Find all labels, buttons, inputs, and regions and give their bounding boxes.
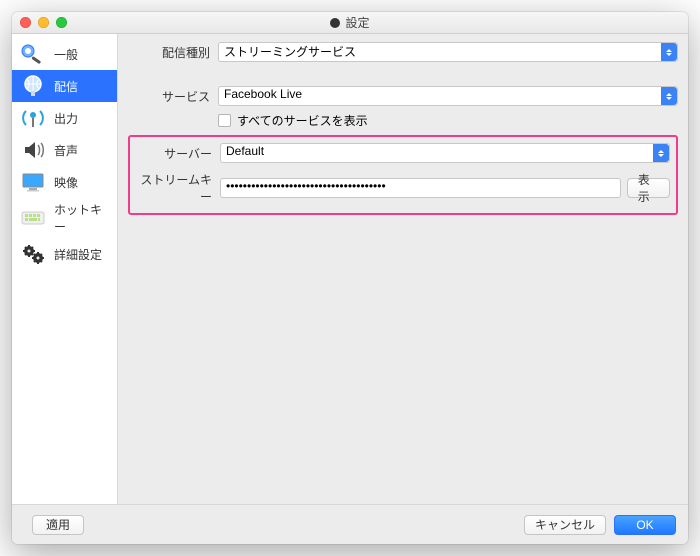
sidebar-item-hotkeys[interactable]: ホットキー [12, 198, 117, 238]
stream-type-value: ストリーミングサービス [224, 45, 356, 59]
window-title: 設定 [345, 14, 369, 31]
close-icon[interactable] [20, 17, 31, 28]
server-row: サーバー Default [136, 143, 670, 163]
magnifier-wrench-icon [18, 41, 48, 67]
server-label: サーバー [136, 145, 220, 162]
sidebar-item-label: 一般 [54, 46, 78, 63]
keyboard-icon [18, 205, 48, 231]
sidebar-item-audio[interactable]: 音声 [12, 134, 117, 166]
server-value: Default [226, 144, 264, 158]
show-all-services-label: すべてのサービスを表示 [237, 112, 368, 129]
speaker-icon [18, 137, 48, 163]
settings-window: 設定 一般 配信 出力 [12, 12, 688, 544]
chevron-updown-icon [661, 87, 677, 105]
traffic-lights [20, 17, 67, 28]
stream-type-row: 配信種別 ストリーミングサービス [128, 42, 678, 62]
sidebar-item-advanced[interactable]: 詳細設定 [12, 238, 117, 270]
show-all-services-checkbox[interactable] [218, 114, 231, 127]
stream-type-label: 配信種別 [128, 44, 218, 61]
stream-key-label: ストリームキー [136, 171, 220, 205]
service-label: サービス [128, 88, 218, 105]
show-key-button[interactable]: 表示 [627, 178, 670, 198]
show-all-row: すべてのサービスを表示 [128, 112, 678, 129]
stream-key-input[interactable]: •••••••••••••••••••••••••••••••••••••• [220, 178, 621, 198]
sidebar: 一般 配信 出力 音声 [12, 34, 118, 504]
minimize-icon[interactable] [38, 17, 49, 28]
chevron-updown-icon [661, 43, 677, 61]
stream-type-select[interactable]: ストリーミングサービス [218, 42, 678, 62]
antenna-icon [18, 105, 48, 131]
sidebar-item-label: ホットキー [54, 201, 111, 235]
sidebar-item-label: 映像 [54, 174, 78, 191]
service-value: Facebook Live [224, 87, 302, 101]
highlighted-section: サーバー Default ストリームキー •••••••••••• [128, 135, 678, 215]
stream-key-row: ストリームキー ••••••••••••••••••••••••••••••••… [136, 171, 670, 205]
sidebar-item-stream[interactable]: 配信 [12, 70, 117, 102]
titlebar: 設定 [12, 12, 688, 34]
main-panel: 配信種別 ストリーミングサービス サービス Facebook Live [118, 34, 688, 504]
ok-button[interactable]: OK [614, 515, 676, 535]
stream-key-value: •••••••••••••••••••••••••••••••••••••• [226, 179, 386, 193]
chevron-updown-icon [653, 144, 669, 162]
sidebar-item-general[interactable]: 一般 [12, 38, 117, 70]
sidebar-item-video[interactable]: 映像 [12, 166, 117, 198]
sidebar-item-label: 詳細設定 [54, 246, 102, 263]
service-select[interactable]: Facebook Live [218, 86, 678, 106]
footer: 適用 キャンセル OK [12, 504, 688, 544]
zoom-icon[interactable] [56, 17, 67, 28]
sidebar-item-label: 出力 [54, 110, 78, 127]
apply-button[interactable]: 適用 [32, 515, 84, 535]
monitor-icon [18, 169, 48, 195]
sidebar-item-label: 配信 [54, 78, 78, 95]
gears-icon [18, 241, 48, 267]
sidebar-item-label: 音声 [54, 142, 78, 159]
app-icon [330, 18, 340, 28]
server-select[interactable]: Default [220, 143, 670, 163]
globe-icon [18, 73, 48, 99]
service-row: サービス Facebook Live [128, 86, 678, 106]
sidebar-item-output[interactable]: 出力 [12, 102, 117, 134]
cancel-button[interactable]: キャンセル [524, 515, 606, 535]
